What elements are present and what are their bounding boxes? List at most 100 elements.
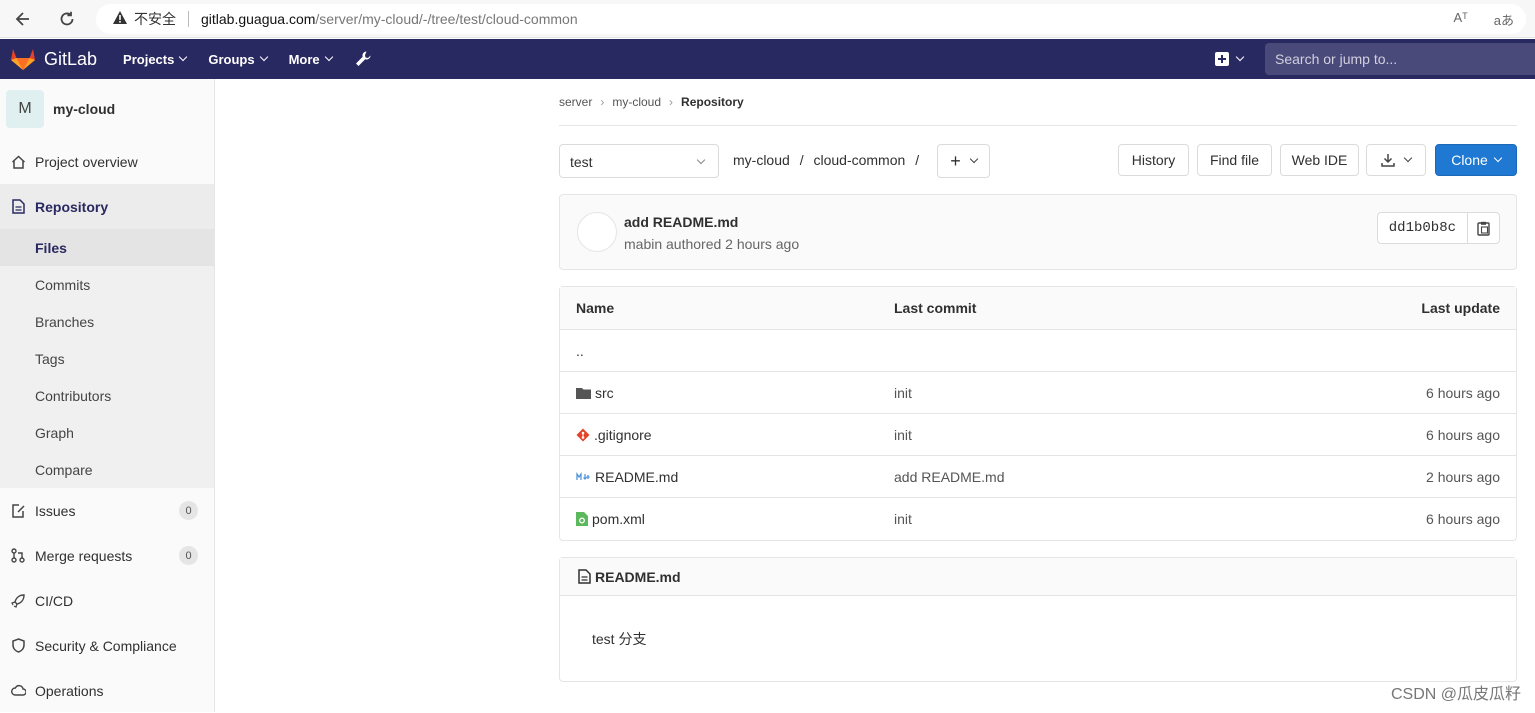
chevron-right-icon: › xyxy=(600,95,604,109)
reload-icon[interactable] xyxy=(56,8,78,30)
sidebar-item-issues[interactable]: Issues 0 xyxy=(0,488,214,533)
path-separator: / xyxy=(800,152,804,168)
breadcrumb-current[interactable]: Repository xyxy=(681,95,744,109)
find-file-button[interactable]: Find file xyxy=(1197,144,1272,176)
branch-selector[interactable]: test xyxy=(559,144,719,178)
breadcrumb-group[interactable]: server xyxy=(559,95,592,109)
gitlab-logo[interactable]: GitLab xyxy=(10,47,97,71)
file-name[interactable]: pom.xml xyxy=(592,511,645,527)
sidebar-item-repository[interactable]: Repository xyxy=(0,184,214,229)
plus-square-icon xyxy=(1215,52,1229,66)
markdown-icon xyxy=(576,472,591,482)
new-item-button[interactable] xyxy=(1215,52,1243,66)
file-name[interactable]: src xyxy=(595,385,614,401)
sidebar-subitem-commits[interactable]: Commits xyxy=(0,266,214,303)
read-aloud-icon[interactable]: Aᵀ xyxy=(1453,10,1467,29)
chevron-down-icon xyxy=(1404,154,1412,162)
clone-label: Clone xyxy=(1451,152,1488,168)
readme-title[interactable]: README.md xyxy=(595,569,681,585)
sidebar-item-security[interactable]: Security & Compliance xyxy=(0,623,214,668)
repo-path: my-cloud / cloud-common / xyxy=(733,152,925,168)
table-row[interactable]: .gitignore init 6 hours ago xyxy=(560,414,1516,456)
path-dir-link[interactable]: cloud-common xyxy=(813,152,905,168)
translate-icon[interactable]: aあ xyxy=(1494,10,1514,29)
issues-icon xyxy=(10,504,26,518)
groups-menu[interactable]: Groups xyxy=(208,52,266,67)
path-separator: / xyxy=(915,152,919,168)
table-row[interactable]: pom.xml init 6 hours ago xyxy=(560,498,1516,540)
back-icon[interactable] xyxy=(12,8,34,30)
url-path: /server/my-cloud/-/tree/test/cloud-commo… xyxy=(315,11,577,27)
table-row[interactable]: README.md add README.md 2 hours ago xyxy=(560,456,1516,498)
sidebar-item-label: Issues xyxy=(35,503,75,519)
commit-title[interactable]: add README.md xyxy=(624,214,738,230)
file-commit[interactable]: add README.md xyxy=(894,469,1004,485)
chevron-right-icon: › xyxy=(669,95,673,109)
folder-icon xyxy=(576,387,591,399)
commit-sha-group: dd1b0b8c xyxy=(1377,212,1500,244)
path-root-link[interactable]: my-cloud xyxy=(733,152,790,168)
sidebar-item-cicd[interactable]: CI/CD xyxy=(0,578,214,623)
home-icon xyxy=(10,155,26,169)
download-button[interactable] xyxy=(1366,144,1426,176)
chevron-down-icon xyxy=(1494,154,1502,162)
file-name[interactable]: .gitignore xyxy=(594,427,652,443)
insecure-label[interactable]: 不安全 xyxy=(134,9,176,29)
file-update: 6 hours ago xyxy=(1426,511,1500,527)
file-commit[interactable]: init xyxy=(894,385,912,401)
more-menu[interactable]: More xyxy=(289,52,332,67)
avatar[interactable] xyxy=(577,212,617,252)
search-input[interactable]: Search or jump to... xyxy=(1265,43,1535,75)
copy-sha-button[interactable] xyxy=(1468,213,1499,243)
branch-name: test xyxy=(570,154,593,170)
admin-wrench-icon[interactable] xyxy=(354,50,372,68)
rocket-icon xyxy=(10,594,26,608)
main-content: server › my-cloud › Repository test my-c… xyxy=(559,79,1517,126)
git-icon xyxy=(576,428,590,442)
clone-button[interactable]: Clone xyxy=(1435,144,1517,176)
sidebar-subitem-tags[interactable]: Tags xyxy=(0,340,214,377)
readme-header: README.md xyxy=(560,558,1516,596)
document-icon xyxy=(578,569,591,584)
projects-menu[interactable]: Projects xyxy=(123,52,186,67)
file-name[interactable]: README.md xyxy=(595,469,678,485)
history-button[interactable]: History xyxy=(1118,144,1189,176)
sidebar-item-operations[interactable]: Operations xyxy=(0,668,214,713)
projects-label: Projects xyxy=(123,52,174,67)
sidebar-item-label: Project overview xyxy=(35,154,138,170)
add-to-tree-button[interactable]: + xyxy=(937,144,990,178)
breadcrumb-project[interactable]: my-cloud xyxy=(612,95,661,109)
sidebar-item-label: Operations xyxy=(35,683,103,699)
sidebar-subitem-compare[interactable]: Compare xyxy=(0,451,214,488)
watermark: CSDN @瓜皮瓜籽 xyxy=(1391,680,1521,704)
document-icon xyxy=(10,199,26,214)
address-bar[interactable]: 不安全 gitlab.guagua.com /server/my-cloud/-… xyxy=(96,4,1526,34)
tree-controls: test my-cloud / cloud-common / + History… xyxy=(559,144,1517,178)
chevron-down-icon xyxy=(697,156,705,164)
merge-request-icon xyxy=(10,548,26,563)
sidebar-item-project-overview[interactable]: Project overview xyxy=(0,139,214,184)
file-update: 6 hours ago xyxy=(1426,385,1500,401)
file-commit[interactable]: init xyxy=(894,511,912,527)
sidebar-subitem-contributors[interactable]: Contributors xyxy=(0,377,214,414)
commit-meta: mabin authored 2 hours ago xyxy=(624,236,799,252)
breadcrumb: server › my-cloud › Repository xyxy=(559,79,1517,126)
sidebar-item-label: CI/CD xyxy=(35,593,73,609)
file-commit[interactable]: init xyxy=(894,427,912,443)
sidebar-subitem-files[interactable]: Files xyxy=(0,229,214,266)
web-ide-button[interactable]: Web IDE xyxy=(1280,144,1359,176)
shield-icon xyxy=(10,638,26,653)
more-label: More xyxy=(289,52,320,67)
url-divider xyxy=(188,11,189,27)
sidebar-subitem-graph[interactable]: Graph xyxy=(0,414,214,451)
table-row-parent[interactable]: .. xyxy=(560,330,1516,372)
sidebar-project-header[interactable]: M my-cloud xyxy=(0,79,214,139)
commit-sha[interactable]: dd1b0b8c xyxy=(1378,213,1468,243)
sidebar-item-merge-requests[interactable]: Merge requests 0 xyxy=(0,533,214,578)
table-row[interactable]: src init 6 hours ago xyxy=(560,372,1516,414)
sidebar-subitem-branches[interactable]: Branches xyxy=(0,303,214,340)
browser-toolbar: 不安全 gitlab.guagua.com /server/my-cloud/-… xyxy=(0,0,1535,38)
parent-dir-link[interactable]: .. xyxy=(576,343,584,359)
file-update: 2 hours ago xyxy=(1426,469,1500,485)
chevron-down-icon xyxy=(1236,53,1244,61)
